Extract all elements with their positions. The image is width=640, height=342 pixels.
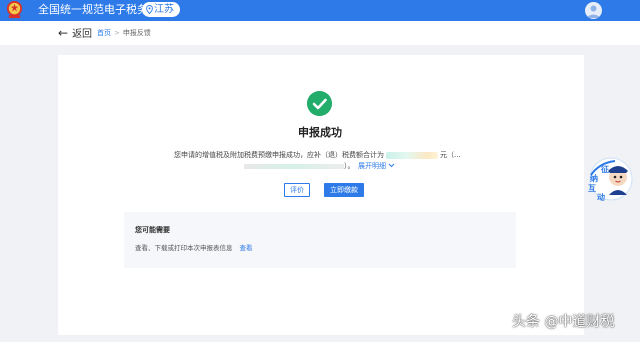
result-title: 申报成功 [298, 126, 342, 139]
suggestions-panel: 您可能需要 查看、下载或打印本次申报表信息 查看 [124, 212, 516, 268]
pay-now-button[interactable]: 立即缴款 [324, 183, 364, 197]
location-pin-icon [146, 4, 153, 14]
redacted-amount [386, 151, 438, 159]
top-header: 全国统一规范电子税务局 江苏 [0, 0, 640, 21]
navigation-bar: ← 返回 首页 > 申报反馈 [0, 21, 640, 45]
back-label: 返回 [72, 29, 93, 40]
user-icon [587, 5, 600, 18]
view-link[interactable]: 查看 [240, 244, 253, 252]
chevron-down-icon [388, 163, 395, 168]
widget-char-3: 互 [588, 184, 596, 193]
expand-label: 展开明细 [358, 162, 386, 170]
breadcrumb: 首页 > 申报反馈 [97, 28, 151, 38]
widget-char-2: 纳 [590, 173, 598, 183]
breadcrumb-home[interactable]: 首页 [97, 29, 111, 37]
message-line2-end: ）。 [344, 162, 355, 170]
breadcrumb-separator: > [114, 29, 120, 37]
region-label: 江苏 [154, 4, 174, 15]
redacted-detail [244, 163, 344, 169]
rate-button[interactable]: 评价 [284, 183, 310, 197]
result-message: 您申请的增值税及附加税费预缴申报成功，应补（退）税费额合计为 元（... [174, 151, 461, 160]
expand-details-link[interactable]: 展开明细 [358, 162, 395, 171]
widget-char-1: 征 [601, 164, 609, 174]
watermark: 头条 @中道财税 [512, 314, 615, 330]
national-emblem-icon [6, 0, 23, 19]
widget-char-4: 动 [597, 192, 605, 202]
breadcrumb-current: 申报反馈 [122, 29, 151, 37]
site-title[interactable]: 全国统一规范电子税务局 [38, 3, 159, 17]
suggestion-text: 查看、下载或打印本次申报表信息 [135, 244, 233, 252]
result-message-line2: ）。 [244, 162, 355, 171]
user-avatar[interactable] [585, 2, 602, 19]
arrow-left-icon: ← [58, 26, 69, 40]
back-button[interactable]: ← 返回 [58, 26, 92, 42]
taxpayer-interaction-widget-icon[interactable]: 征 纳 互 动 [585, 155, 633, 203]
message-prefix: 您申请的增值税及附加税费预缴申报成功，应补（退）税费额合计为 [174, 151, 384, 159]
success-check-icon [307, 91, 332, 116]
suggestion-item: 查看、下载或打印本次申报表信息 查看 [135, 244, 253, 253]
region-selector[interactable]: 江苏 [142, 2, 180, 17]
message-suffix: 元（... [440, 151, 461, 159]
suggestions-title: 您可能需要 [135, 226, 170, 234]
